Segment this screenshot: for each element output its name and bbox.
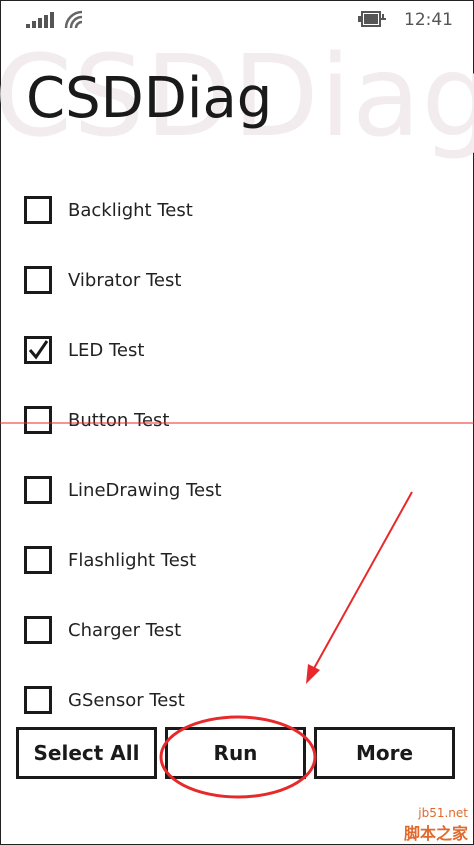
select-all-button[interactable]: Select All [16, 727, 157, 779]
test-label: Button Test [68, 410, 170, 431]
test-label: LED Test [68, 340, 145, 361]
test-item-backlight[interactable]: Backlight Test [24, 190, 444, 236]
checkbox[interactable] [24, 546, 52, 574]
test-label: Vibrator Test [68, 270, 182, 291]
status-time: 12:41 [404, 10, 453, 30]
test-item-button[interactable]: Button Test [24, 400, 444, 446]
checkmark-icon [28, 340, 48, 360]
test-label: LineDrawing Test [68, 480, 222, 501]
checkbox[interactable] [24, 406, 52, 434]
signal-strength-icon [26, 12, 54, 28]
test-item-vibrator[interactable]: Vibrator Test [24, 260, 444, 306]
wifi-icon [64, 10, 83, 29]
test-item-led[interactable]: LED Test [24, 330, 444, 376]
test-item-flashlight[interactable]: Flashlight Test [24, 540, 444, 586]
test-label: Charger Test [68, 620, 182, 641]
site-watermark-domain: jb51.net [418, 806, 468, 820]
checkbox[interactable] [24, 616, 52, 644]
battery-charging-icon [358, 11, 386, 27]
site-watermark-name: 脚本之家 [403, 824, 468, 843]
checkbox[interactable] [24, 686, 52, 714]
page-title: CSDDiag [26, 66, 273, 131]
test-item-charger[interactable]: Charger Test [24, 610, 444, 656]
test-item-linedrawing[interactable]: LineDrawing Test [24, 470, 444, 516]
test-label: Backlight Test [68, 200, 193, 221]
checkbox[interactable] [24, 476, 52, 504]
test-item-gsensor[interactable]: GSensor Test [24, 680, 444, 726]
run-button[interactable]: Run [165, 727, 306, 779]
checkbox[interactable] [24, 196, 52, 224]
checkbox[interactable] [24, 336, 52, 364]
checkbox[interactable] [24, 266, 52, 294]
more-button[interactable]: More [314, 727, 455, 779]
test-label: GSensor Test [68, 690, 185, 711]
test-label: Flashlight Test [68, 550, 197, 571]
